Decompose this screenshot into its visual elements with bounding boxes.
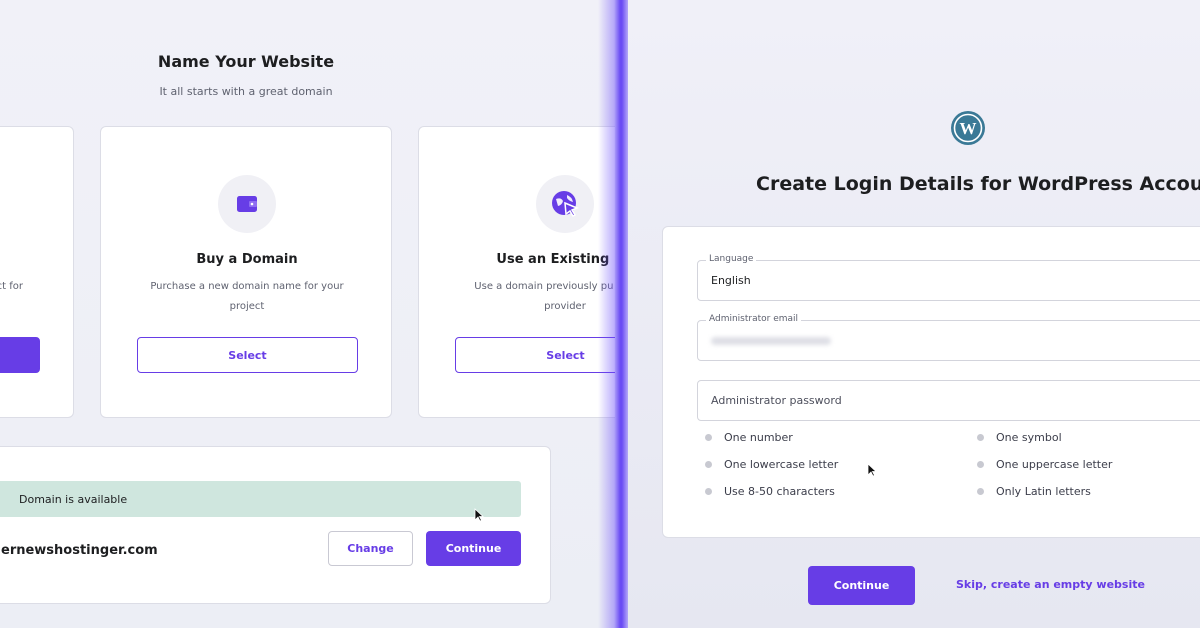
card-heading: Buy a Domain bbox=[196, 252, 298, 267]
continue-button[interactable]: Continue bbox=[426, 531, 521, 566]
password-requirement: One symbol bbox=[977, 431, 1062, 444]
login-form-card: Language English Administrator email Adm… bbox=[662, 226, 1200, 538]
requirement-dot-icon bbox=[977, 461, 984, 468]
requirement-text: One symbol bbox=[996, 431, 1062, 444]
field-label: Administrator email bbox=[706, 314, 802, 324]
svg-text:W: W bbox=[960, 119, 977, 138]
requirement-text: One lowercase letter bbox=[724, 458, 839, 471]
buy-domain-card: Buy a Domain Purchase a new domain name … bbox=[100, 126, 392, 418]
continue-button[interactable]: Continue bbox=[808, 566, 915, 605]
requirement-text: One uppercase letter bbox=[996, 458, 1113, 471]
password-requirement: One uppercase letter bbox=[977, 458, 1112, 471]
existing-domain-card: Use an Existing Do Use a domain previous… bbox=[418, 126, 615, 418]
page-title: Name Your Website bbox=[157, 52, 335, 71]
select-partial-button[interactable] bbox=[0, 337, 40, 373]
domain-status-banner: Domain is available bbox=[0, 481, 521, 517]
password-placeholder: Administrator password bbox=[711, 394, 842, 407]
wordpress-logo-icon: W bbox=[951, 111, 985, 145]
password-requirement: Only Latin letters bbox=[977, 485, 1091, 498]
mouse-cursor-icon bbox=[474, 508, 484, 522]
mouse-cursor-icon bbox=[867, 463, 877, 477]
language-select[interactable]: Language English bbox=[697, 254, 1200, 301]
wordpress-login-panel: W Create Login Details for WordPress Acc… bbox=[628, 0, 1200, 628]
domain-option-card-partial: ject for bbox=[0, 126, 74, 418]
password-requirement: One number bbox=[705, 431, 793, 444]
requirement-dot-icon bbox=[977, 434, 984, 441]
requirement-dot-icon bbox=[705, 488, 712, 495]
globe-cursor-icon bbox=[536, 175, 594, 233]
change-domain-button[interactable]: Change bbox=[328, 531, 413, 566]
requirement-dot-icon bbox=[977, 488, 984, 495]
select-existing-domain-button[interactable]: Select bbox=[455, 337, 615, 373]
card-description: Use a domain previously pu another provi… bbox=[474, 281, 615, 312]
card-description: ject for bbox=[0, 281, 23, 292]
language-value: English bbox=[711, 274, 751, 287]
select-buy-domain-button[interactable]: Select bbox=[137, 337, 358, 373]
wallet-icon bbox=[218, 175, 276, 233]
admin-email-field[interactable]: Administrator email bbox=[697, 314, 1200, 361]
domain-name: ernewshostinger.com bbox=[1, 543, 158, 558]
domain-availability-panel: Domain is available ernewshostinger.com … bbox=[0, 446, 551, 604]
requirement-text: Use 8-50 characters bbox=[724, 485, 835, 498]
field-label: Language bbox=[706, 254, 757, 264]
page-title: Create Login Details for WordPress Accou… bbox=[756, 173, 1200, 195]
domain-setup-panel: Name Your Website It all starts with a g… bbox=[0, 0, 615, 628]
card-description: Purchase a new domain name for your proj… bbox=[150, 281, 344, 312]
requirement-dot-icon bbox=[705, 461, 712, 468]
requirement-dot-icon bbox=[705, 434, 712, 441]
requirement-text: One number bbox=[724, 431, 793, 444]
skip-empty-website-link[interactable]: Skip, create an empty website bbox=[956, 578, 1145, 591]
blurred-email-value bbox=[711, 337, 831, 345]
requirement-text: Only Latin letters bbox=[996, 485, 1091, 498]
page-subtitle: It all starts with a great domain bbox=[159, 85, 333, 98]
card-heading: Use an Existing Do bbox=[496, 252, 615, 267]
password-requirement: Use 8-50 characters bbox=[705, 485, 835, 498]
admin-password-field[interactable]: Administrator password bbox=[697, 380, 1200, 421]
password-requirement: One lowercase letter bbox=[705, 458, 838, 471]
